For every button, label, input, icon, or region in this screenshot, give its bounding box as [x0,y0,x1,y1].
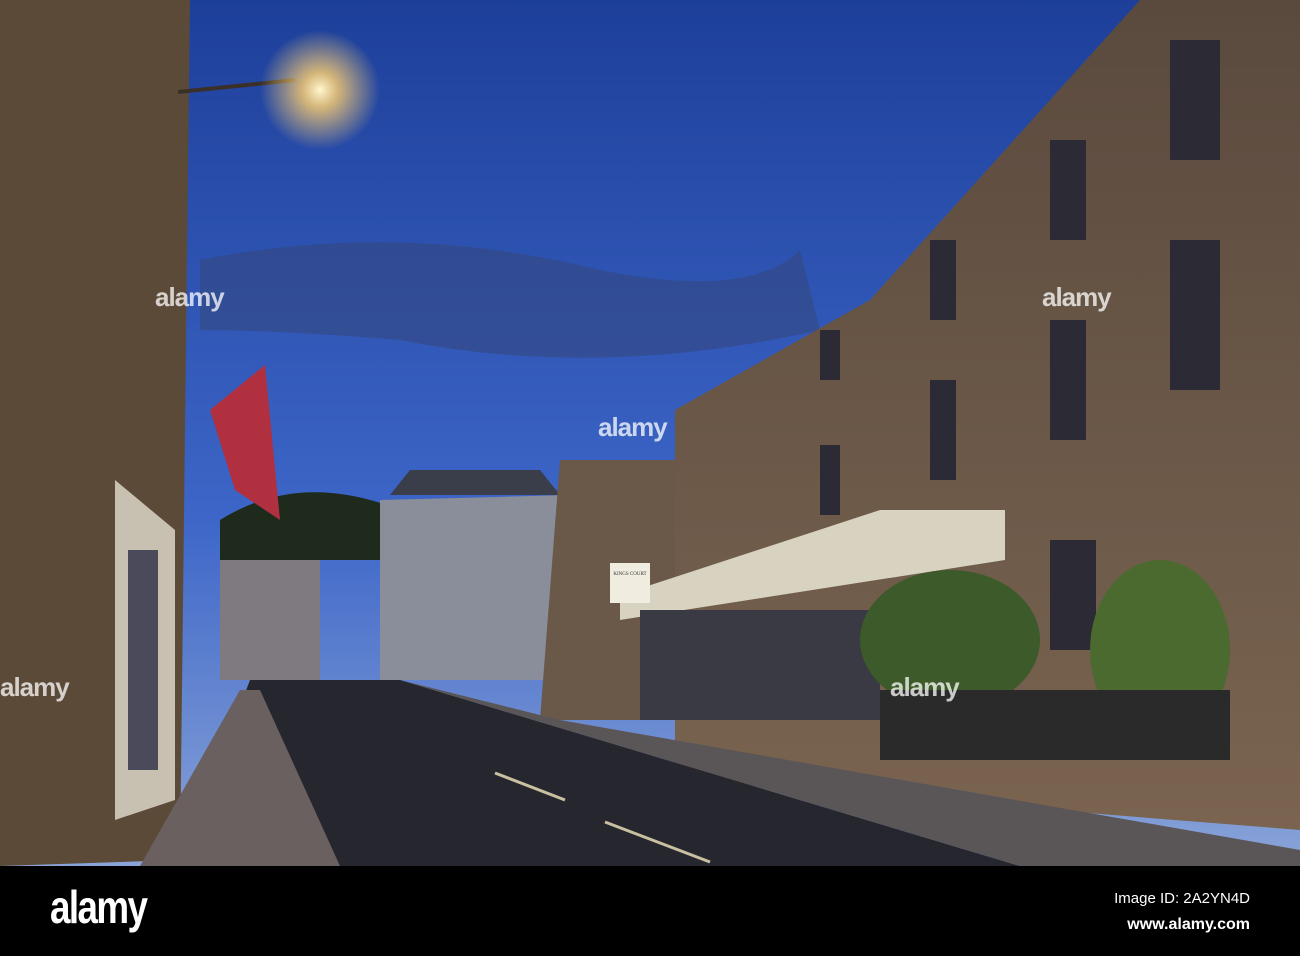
site-url[interactable]: www.alamy.com [1127,916,1250,934]
footer-bar: alamy Image ID: 2A2YN4D www.alamy.com [0,866,1300,956]
watermark: alamy [598,412,668,442]
watermark: alamy [155,282,225,312]
alamy-logo[interactable]: alamy [50,880,148,934]
watermark: alamy [1042,282,1112,312]
image-id: Image ID: 2A2YN4D [1114,890,1250,907]
watermark: alamy [890,672,960,702]
watermark: alamy [0,672,70,702]
kings-court-sign: KINGS COURT [613,572,646,577]
